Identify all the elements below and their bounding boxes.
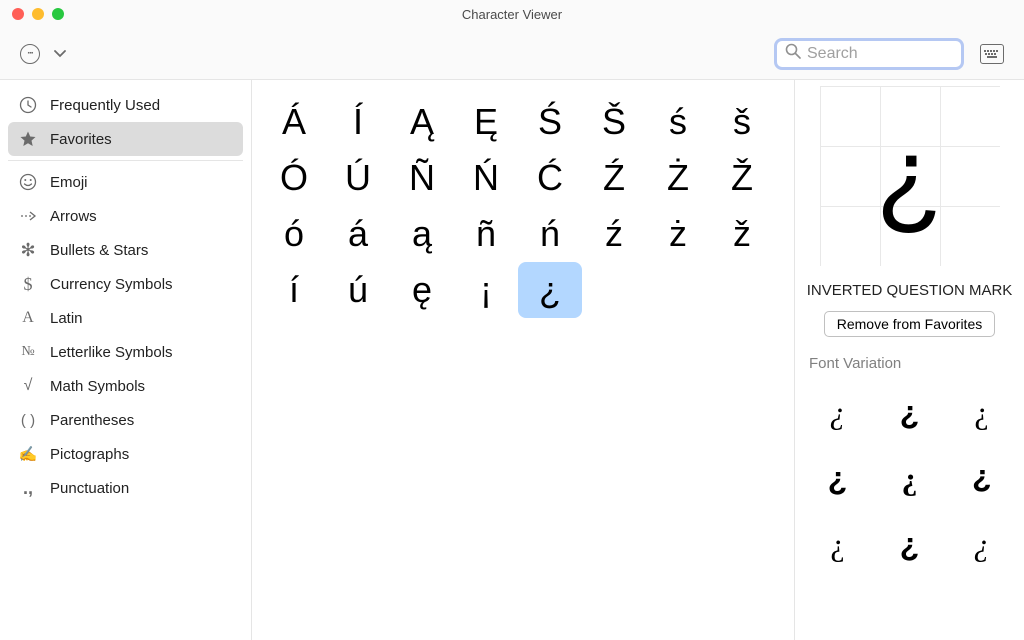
- keyboard-viewer-icon[interactable]: [980, 44, 1004, 64]
- character-cell[interactable]: ń: [518, 206, 582, 262]
- character-cell[interactable]: Ń: [454, 150, 518, 206]
- character-cell[interactable]: ú: [326, 262, 390, 318]
- character-cell[interactable]: ž: [710, 206, 774, 262]
- sidebar-item-currency-symbols[interactable]: $ Currency Symbols: [8, 267, 243, 301]
- character-cell[interactable]: Ñ: [390, 150, 454, 206]
- sidebar-item-favorites[interactable]: Favorites: [8, 122, 243, 156]
- font-variation-grid: ¿¿¿¿¿¿¿¿¿: [795, 380, 1024, 576]
- character-cell[interactable]: ñ: [454, 206, 518, 262]
- clock-icon: [18, 95, 38, 115]
- font-variation-cell[interactable]: ¿: [875, 512, 945, 576]
- sidebar-item-label: Pictographs: [50, 446, 129, 463]
- character-cell[interactable]: ¿: [518, 262, 582, 318]
- character-cell[interactable]: Í: [326, 94, 390, 150]
- font-variation-cell[interactable]: ¿: [875, 380, 945, 444]
- dollar-icon: $: [18, 274, 38, 294]
- character-cell[interactable]: ¡: [454, 262, 518, 318]
- character-cell[interactable]: Á: [262, 94, 326, 150]
- character-cell[interactable]: Ż: [646, 150, 710, 206]
- sidebar-item-punctuation[interactable]: ., Punctuation: [8, 471, 243, 505]
- font-variation-cell[interactable]: ¿: [875, 446, 945, 510]
- character-cell[interactable]: Ž: [710, 150, 774, 206]
- sidebar-item-parentheses[interactable]: ( ) Parentheses: [8, 403, 243, 437]
- font-variation-cell[interactable]: ¿: [947, 380, 1017, 444]
- character-cell[interactable]: š: [710, 94, 774, 150]
- sidebar-item-arrows[interactable]: Arrows: [8, 199, 243, 233]
- font-variation-cell[interactable]: ¿: [803, 446, 873, 510]
- character-cell[interactable]: Ó: [262, 150, 326, 206]
- font-variation-cell[interactable]: ¿: [947, 446, 1017, 510]
- action-menu-icon[interactable]: ···: [20, 44, 40, 64]
- close-button[interactable]: [12, 8, 24, 20]
- character-preview: ¿: [820, 86, 1000, 266]
- asterisk-icon: ✻: [18, 240, 38, 260]
- character-cell[interactable]: ó: [262, 206, 326, 262]
- star-icon: [18, 129, 38, 149]
- traffic-lights: [12, 8, 64, 20]
- font-variation-cell[interactable]: ¿: [803, 380, 873, 444]
- character-cell[interactable]: Ć: [518, 150, 582, 206]
- parens-icon: ( ): [18, 410, 38, 430]
- sidebar-item-math-symbols[interactable]: √ Math Symbols: [8, 369, 243, 403]
- character-cell[interactable]: Ę: [454, 94, 518, 150]
- latin-a-icon: A: [18, 308, 38, 328]
- search-icon: [785, 43, 801, 64]
- sidebar-item-letterlike-symbols[interactable]: № Letterlike Symbols: [8, 335, 243, 369]
- detail-pane: ¿ INVERTED QUESTION MARK Remove from Fav…: [794, 80, 1024, 640]
- sidebar-item-label: Punctuation: [50, 480, 129, 497]
- character-cell[interactable]: á: [326, 206, 390, 262]
- sidebar-item-label: Parentheses: [50, 412, 134, 429]
- sidebar-item-pictographs[interactable]: ✍ Pictographs: [8, 437, 243, 471]
- sidebar-item-latin[interactable]: A Latin: [8, 301, 243, 335]
- arrow-icon: [18, 206, 38, 226]
- sidebar-divider: [8, 160, 243, 161]
- sidebar-item-label: Letterlike Symbols: [50, 344, 173, 361]
- character-grid-area: ÁÍĄĘŚŠśš ÓÚÑŃĆŹŻŽóáąñńźżž íúę¡¿: [252, 80, 794, 640]
- character-cell[interactable]: Ą: [390, 94, 454, 150]
- sidebar-item-frequently-used[interactable]: Frequently Used: [8, 88, 243, 122]
- sidebar-item-emoji[interactable]: Emoji: [8, 165, 243, 199]
- character-cell[interactable]: Š: [582, 94, 646, 150]
- sidebar-item-label: Latin: [50, 310, 83, 327]
- search-field[interactable]: [774, 38, 964, 70]
- radical-icon: √: [18, 376, 38, 396]
- character-cell[interactable]: Ś: [518, 94, 582, 150]
- sidebar-item-label: Currency Symbols: [50, 276, 173, 293]
- sidebar-item-label: Emoji: [50, 174, 88, 191]
- sidebar: Frequently Used Favorites Emoji Arrows ✻ Bull…: [0, 80, 252, 640]
- font-variation-label: Font Variation: [795, 355, 901, 372]
- character-cell[interactable]: ż: [646, 206, 710, 262]
- minimize-button[interactable]: [32, 8, 44, 20]
- sidebar-item-bullets-stars[interactable]: ✻ Bullets & Stars: [8, 233, 243, 267]
- window-title: Character Viewer: [0, 7, 1024, 22]
- chevron-down-icon[interactable]: [54, 45, 66, 63]
- character-cell[interactable]: ź: [582, 206, 646, 262]
- sidebar-item-label: Math Symbols: [50, 378, 145, 395]
- titlebar: Character Viewer: [0, 0, 1024, 28]
- character-cell[interactable]: ę: [390, 262, 454, 318]
- character-grid: ÁÍĄĘŚŠśš ÓÚÑŃĆŹŻŽóáąñńźżž íúę¡¿: [262, 94, 784, 318]
- sidebar-item-label: Frequently Used: [50, 97, 160, 114]
- character-name: INVERTED QUESTION MARK: [807, 280, 1013, 301]
- sidebar-item-label: Arrows: [50, 208, 97, 225]
- smiley-icon: [18, 172, 38, 192]
- font-variation-cell[interactable]: ¿: [803, 512, 873, 576]
- font-variation-cell[interactable]: ¿: [947, 512, 1017, 576]
- letterlike-icon: №: [18, 342, 38, 362]
- maximize-button[interactable]: [52, 8, 64, 20]
- remove-from-favorites-button[interactable]: Remove from Favorites: [824, 311, 995, 337]
- toolbar: ···: [0, 28, 1024, 80]
- character-cell[interactable]: Ź: [582, 150, 646, 206]
- character-cell[interactable]: Ú: [326, 150, 390, 206]
- sidebar-item-label: Bullets & Stars: [50, 242, 148, 259]
- character-cell[interactable]: í: [262, 262, 326, 318]
- dots-icon: .,: [18, 478, 38, 498]
- character-cell[interactable]: ą: [390, 206, 454, 262]
- character-cell[interactable]: ś: [646, 94, 710, 150]
- pencil-icon: ✍: [18, 444, 38, 464]
- sidebar-item-label: Favorites: [50, 131, 112, 148]
